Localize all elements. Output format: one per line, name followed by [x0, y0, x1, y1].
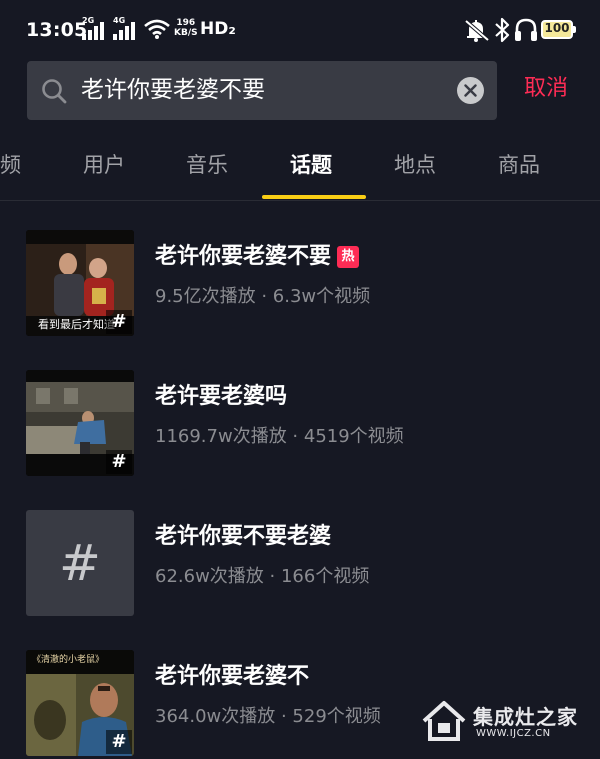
topic-thumbnail: #	[26, 510, 134, 616]
topic-stats: 9.5亿次播放 · 6.3w个视频	[155, 286, 371, 307]
headset-icon	[515, 18, 537, 41]
topic-thumbnail: 看到最后才知道 #	[26, 230, 134, 336]
topic-title: 老许要老婆吗	[155, 384, 288, 409]
battery-icon: 100	[541, 20, 576, 39]
topic-result-item[interactable]: 看到最后才知道 # 老许你要老婆不要热 9.5亿次播放 · 6.3w个视频	[0, 230, 600, 338]
tab-music[interactable]: 音乐	[186, 150, 228, 180]
tab-video[interactable]: 频	[0, 150, 21, 180]
result-tabs: 频 用户 音乐 话题 地点 商品	[0, 133, 600, 201]
topic-title: 老许你要老婆不要热	[155, 242, 360, 272]
wifi-icon	[144, 19, 170, 39]
bluetooth-icon	[495, 17, 510, 43]
hd-indicator: HD₂	[200, 19, 236, 39]
active-tab-indicator	[262, 195, 366, 199]
thumbnail-caption: 《清澈的小老鼠》	[32, 655, 105, 665]
hashtag-icon: #	[106, 450, 132, 474]
site-watermark: 集成灶之家 WWW.IJCZ.CN	[421, 695, 591, 751]
search-input[interactable]	[81, 61, 441, 120]
hashtag-icon: #	[59, 534, 101, 592]
tab-places[interactable]: 地点	[394, 150, 436, 180]
search-box[interactable]	[27, 61, 497, 120]
topic-thumbnail: 《清澈的小老鼠》 #	[26, 650, 134, 756]
search-icon	[42, 79, 67, 104]
cancel-button[interactable]: 取消	[524, 71, 568, 107]
hashtag-icon: #	[106, 310, 132, 334]
sim1-signal-icon: 2G	[82, 16, 108, 40]
topic-title: 老许你要不要老婆	[155, 524, 332, 549]
house-logo-icon	[422, 701, 466, 741]
topic-stats: 1169.7w次播放 · 4519个视频	[155, 426, 404, 447]
topic-stats: 62.6w次播放 · 166个视频	[155, 566, 370, 587]
sim2-signal-icon: 4G	[113, 16, 139, 40]
clock: 13:05	[26, 19, 88, 41]
mute-icon	[464, 19, 490, 42]
search-results-screen: 13:05 2G 4G 196 KB/S HD₂ 100 老许你要老婆不要 取消…	[0, 0, 600, 759]
topic-title: 老许你要老婆不	[155, 664, 310, 689]
topic-thumbnail: #	[26, 370, 134, 476]
topic-result-item[interactable]: # 老许要老婆吗 1169.7w次播放 · 4519个视频	[0, 370, 600, 478]
hashtag-icon: #	[106, 730, 132, 754]
watermark-url: WWW.IJCZ.CN	[476, 728, 551, 739]
hot-badge: 热	[337, 246, 360, 268]
topic-stats: 364.0w次播放 · 529个视频	[155, 706, 381, 727]
tab-products[interactable]: 商品	[498, 150, 540, 180]
clear-search-button[interactable]	[457, 77, 484, 104]
topic-result-item[interactable]: # 老许你要不要老婆 62.6w次播放 · 166个视频	[0, 510, 600, 618]
tab-topics[interactable]: 话题	[290, 150, 332, 180]
status-bar: 13:05 2G 4G 196 KB/S HD₂ 100	[0, 0, 600, 58]
close-icon	[464, 84, 477, 97]
tab-users[interactable]: 用户	[83, 150, 125, 180]
watermark-name: 集成灶之家	[473, 705, 578, 729]
network-speed: 196 KB/S	[174, 18, 198, 38]
